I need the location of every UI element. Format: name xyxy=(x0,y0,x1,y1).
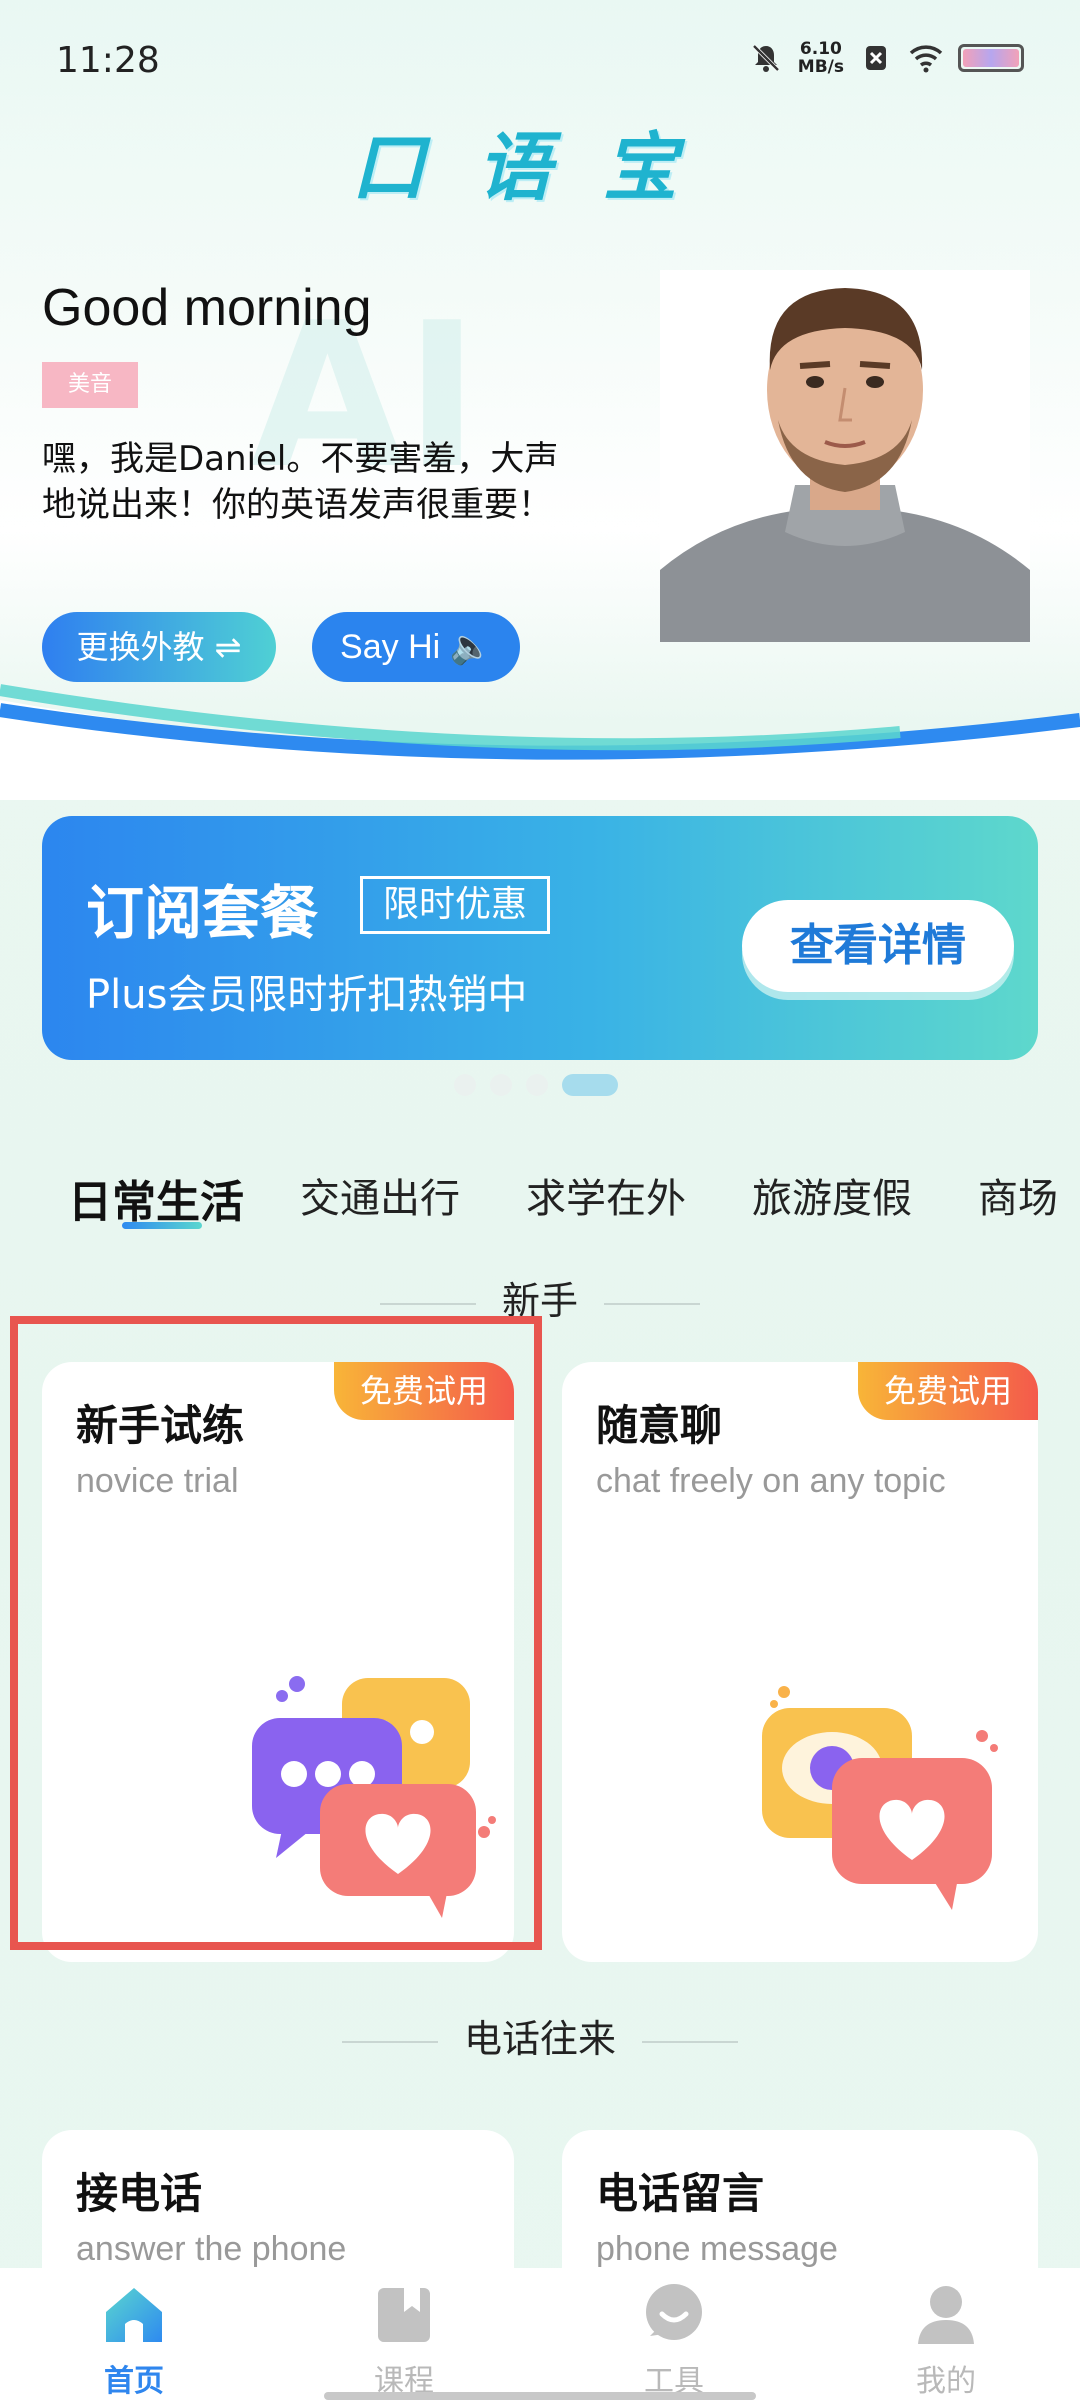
card-subtitle: answer the phone xyxy=(76,2230,347,2268)
say-hi-button[interactable]: Say Hi 🔈 xyxy=(312,612,520,682)
subscription-banner[interactable]: 订阅套餐 限时优惠 Plus会员限时折扣热销中 查看详情 xyxy=(42,816,1038,1060)
card-subtitle: chat freely on any topic xyxy=(596,1462,946,1500)
card-title: 随意聊 xyxy=(596,1401,723,1450)
profile-icon xyxy=(918,2286,974,2344)
hero-wave-decoration xyxy=(0,684,1080,800)
tab-shopping[interactable]: 商场 xyxy=(978,1166,1058,1224)
status-icons: 6.10 MB/s xyxy=(748,40,1024,76)
banner-tag: 限时优惠 xyxy=(360,876,551,934)
view-details-button[interactable]: 查看详情 xyxy=(742,900,1014,992)
selection-highlight xyxy=(10,1316,542,1950)
free-chat-card[interactable]: 免费试用 随意聊 chat freely on any topic xyxy=(562,1362,1038,1962)
nav-label: 首页 xyxy=(104,2364,164,2399)
chat-icon xyxy=(646,2284,702,2340)
nav-home[interactable]: 首页 xyxy=(64,2278,204,2400)
tab-daily-life[interactable]: 日常生活 xyxy=(68,1166,244,1230)
section-title-text: 电话往来 xyxy=(463,2017,616,2061)
nav-courses[interactable]: 课程 xyxy=(334,2278,474,2400)
divider xyxy=(642,2040,738,2043)
status-bar: 11:28 6.10 MB/s xyxy=(0,0,1080,120)
book-icon xyxy=(378,2288,430,2342)
tab-transportation[interactable]: 交通出行 xyxy=(300,1166,460,1224)
active-tab-indicator xyxy=(122,1222,202,1229)
card-title: 接电话 xyxy=(76,2169,203,2218)
divider xyxy=(604,1302,700,1305)
greeting-text: Good morning xyxy=(42,279,372,337)
nav-profile[interactable]: 我的 xyxy=(876,2278,1016,2400)
carousel-dot[interactable] xyxy=(490,1074,512,1096)
battery-icon xyxy=(958,44,1024,72)
no-sim-icon xyxy=(866,46,886,70)
wifi-icon xyxy=(909,45,943,73)
nav-label: 我的 xyxy=(916,2364,976,2399)
free-trial-badge: 免费试用 xyxy=(858,1362,1038,1420)
net-speed-value: 6.10 xyxy=(799,39,842,59)
carousel-indicator xyxy=(454,1074,618,1096)
section-heading-phone: 电话往来 xyxy=(0,2008,1080,2063)
home-indicator[interactable] xyxy=(324,2392,756,2400)
tutor-hero: AI Good morning 美音 嘿，我是Daniel。不要害羞，大声地说出… xyxy=(0,240,1080,800)
heart-bubbles-illustration xyxy=(762,1686,998,1910)
divider xyxy=(379,1302,476,1305)
accent-badge: 美音 xyxy=(42,362,138,408)
card-subtitle: phone message xyxy=(596,2230,838,2268)
category-tabs: 日常生活 交通出行 求学在外 旅游度假 商场 xyxy=(0,1150,1080,1250)
mute-bell-icon xyxy=(752,44,780,72)
tab-study-abroad[interactable]: 求学在外 xyxy=(526,1166,686,1224)
banner-title: 订阅套餐 xyxy=(86,879,319,947)
carousel-dot[interactable] xyxy=(526,1074,548,1096)
bottom-navigation: 首页 课程 工具 我的 xyxy=(0,2268,1080,2408)
divider xyxy=(341,2040,438,2043)
battery-level xyxy=(963,49,1019,67)
nav-tools[interactable]: 工具 xyxy=(604,2278,744,2400)
card-title: 电话留言 xyxy=(596,2169,765,2218)
tab-travel[interactable]: 旅游度假 xyxy=(752,1166,912,1224)
status-time: 11:28 xyxy=(56,40,160,81)
net-speed-unit: MB/s xyxy=(797,57,844,77)
tutor-intro-text: 嘿，我是Daniel。不要害羞，大声地说出来！你的英语发声很重要！ xyxy=(42,439,559,525)
home-icon xyxy=(106,2288,162,2342)
net-speed: 6.10 MB/s xyxy=(798,40,844,76)
carousel-dot[interactable] xyxy=(454,1074,476,1096)
app-logo: 口语宝 xyxy=(351,125,729,211)
carousel-dot-active[interactable] xyxy=(562,1074,618,1096)
tutor-avatar[interactable] xyxy=(660,270,1030,642)
banner-subtitle: Plus会员限时折扣热销中 xyxy=(86,972,528,1018)
change-tutor-button[interactable]: 更换外教 ⇌ xyxy=(42,612,276,682)
